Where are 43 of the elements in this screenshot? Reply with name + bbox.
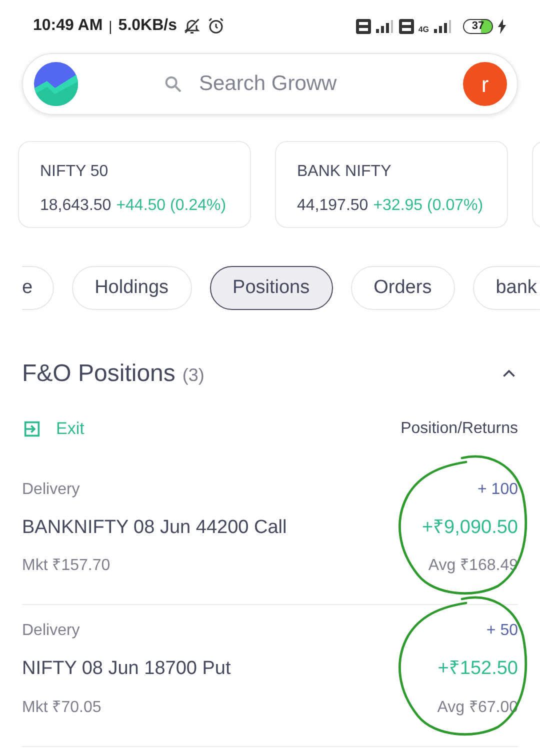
network-speed: 5.0KB/s	[118, 16, 177, 36]
profile-avatar[interactable]: r	[463, 62, 507, 106]
returns-value: +₹9,090.50	[422, 516, 518, 540]
logo-icon	[33, 61, 79, 107]
index-value: 44,197.50	[297, 196, 368, 216]
position-count: (3)	[182, 364, 204, 387]
status-divider: |	[108, 16, 112, 36]
search-icon	[163, 74, 183, 94]
volte-icon	[356, 18, 372, 34]
search-bar[interactable]: Search Groww r	[22, 53, 518, 115]
section-title: F&O Positions	[22, 359, 176, 389]
index-card[interactable]: NIFTY 50 18,643.50 +44.50 (0.24%)	[18, 141, 251, 228]
position-quantity: + 50	[486, 621, 518, 641]
volte-icon	[399, 18, 414, 34]
returns-value: +₹152.50	[438, 657, 518, 681]
search-field[interactable]: Search Groww	[199, 68, 359, 100]
index-name: NIFTY 50	[40, 162, 110, 182]
signal-icon	[433, 19, 453, 33]
index-value: 18,643.50	[40, 196, 112, 216]
index-change: +32.95 (0.07%)	[373, 196, 484, 216]
exit-icon	[22, 418, 42, 439]
product-type: Delivery	[22, 480, 80, 500]
market-price: Mkt ₹70.05	[22, 698, 102, 718]
filter-chip[interactable]: bank	[472, 266, 540, 310]
bell-off-icon	[183, 17, 201, 35]
signal-icon	[375, 19, 396, 33]
position-quantity: + 100	[478, 480, 518, 500]
filter-chip[interactable]: Orders	[350, 266, 455, 310]
index-name: BANK NIFTY	[297, 162, 392, 182]
index-change: +44.50 (0.24%)	[116, 196, 226, 216]
product-type: Delivery	[22, 621, 80, 641]
alarm-icon	[207, 17, 225, 35]
filter-chip[interactable]: Holdings	[72, 266, 192, 310]
column-label: Position/Returns	[400, 418, 518, 439]
charging-icon	[497, 18, 507, 34]
market-price: Mkt ₹157.70	[22, 556, 110, 576]
contract-name: NIFTY 08 Jun 18700 Put	[22, 657, 231, 681]
network-type: 4G	[418, 26, 429, 34]
filter-chip[interactable]: e	[22, 266, 54, 310]
filter-chip[interactable]: Positions	[210, 266, 333, 310]
contract-name: BANKNIFTY 08 Jun 44200 Call	[22, 516, 287, 540]
status-time: 10:49 AM	[33, 16, 103, 36]
index-card[interactable]: BANK NIFTY 44,197.50 +32.95 (0.07%)	[275, 141, 508, 228]
